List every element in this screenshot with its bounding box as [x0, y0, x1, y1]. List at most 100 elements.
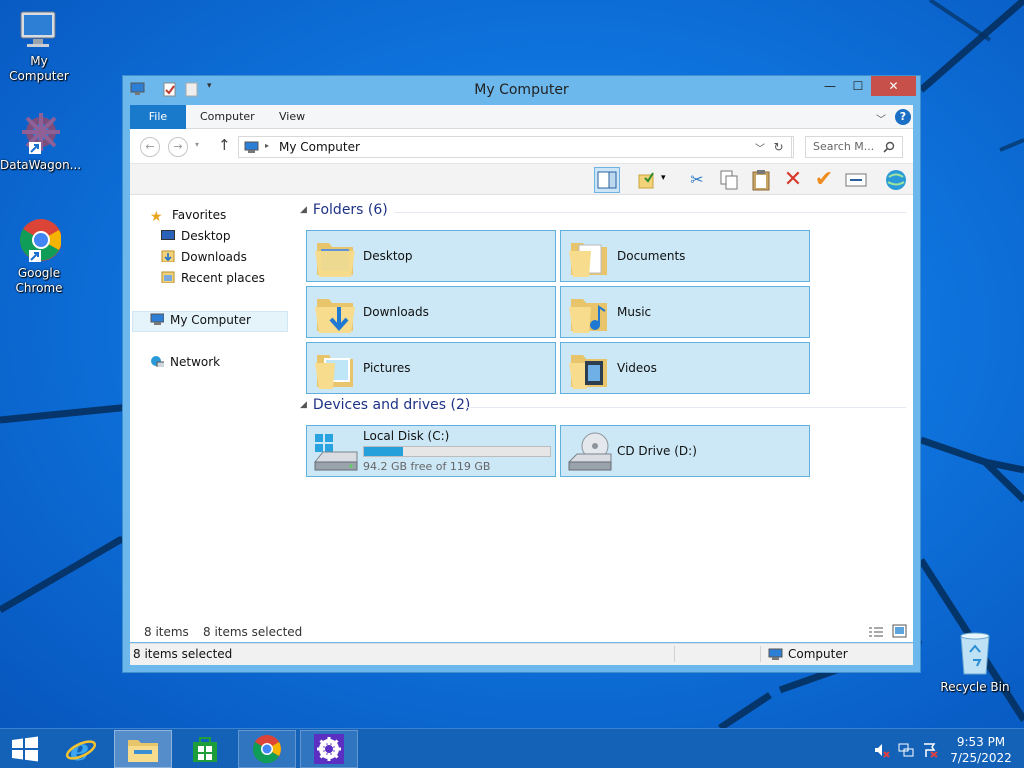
expand-ribbon-icon[interactable]: ﹀ — [876, 111, 886, 126]
tab-view[interactable]: View — [267, 105, 317, 129]
chrome-icon — [252, 735, 281, 764]
nav-network[interactable]: Network — [150, 355, 220, 369]
star-icon: ★ — [150, 209, 163, 225]
documents-folder-icon — [569, 243, 607, 277]
drive-tile-cd-drive-d[interactable]: CD Drive (D:) — [560, 425, 810, 477]
taskbar-internet-explorer[interactable]: e — [52, 730, 110, 768]
nav-downloads[interactable]: Downloads — [161, 250, 247, 264]
status-items-selected: 8 items selected — [203, 625, 303, 639]
desktop-icon-label: My Computer — [9, 54, 69, 83]
taskbar-store[interactable] — [176, 730, 234, 768]
folder-tile-documents[interactable]: Documents — [560, 230, 810, 282]
folder-label: Pictures — [363, 361, 411, 375]
desktop-icon-my-computer[interactable]: My Computer — [0, 8, 78, 84]
refresh-button[interactable]: ↻ — [766, 136, 792, 158]
folder-tile-downloads[interactable]: Downloads — [306, 286, 556, 338]
group-divider — [466, 407, 906, 408]
downloads-folder-icon — [161, 250, 175, 262]
computer-icon — [150, 313, 164, 325]
group-folders-header[interactable]: ◢ Folders (6) — [300, 202, 388, 218]
music-folder-icon — [569, 299, 607, 333]
title-bar[interactable]: ▾ My Computer — ☐ ✕ — [123, 76, 920, 105]
nav-favorites[interactable]: ★ Favorites — [150, 208, 227, 225]
clock-date: 7/25/2022 — [950, 751, 1012, 765]
main-pane: ◢ Folders (6) Desktop Documents Download… — [298, 195, 910, 640]
nav-desktop-label: Desktop — [181, 229, 231, 243]
recent-places-icon — [161, 271, 175, 283]
drive-free-space: 94.2 GB free of 119 GB — [363, 460, 491, 473]
group-divider — [394, 212, 906, 213]
nav-recent-places[interactable]: Recent places — [161, 271, 265, 285]
details-view-icon[interactable] — [868, 625, 884, 638]
maximize-button[interactable]: ☐ — [844, 76, 872, 96]
desktop-icon-google-chrome[interactable]: Google Chrome — [0, 216, 78, 296]
status-bar: 8 items selected Computer — [130, 643, 913, 665]
computer-icon — [768, 648, 783, 660]
recycle-bin-icon — [960, 632, 990, 675]
svg-text:e: e — [70, 733, 89, 766]
paste-icon[interactable] — [748, 167, 774, 193]
address-dropdown-icon[interactable]: ﹀ — [755, 140, 765, 155]
status-line: 8 items 8 items selected — [130, 621, 913, 642]
back-button[interactable]: ← — [140, 137, 160, 157]
folder-tile-pictures[interactable]: Pictures — [306, 342, 556, 394]
desktop-icon-recycle-bin[interactable]: Recycle Bin — [936, 630, 1014, 695]
up-arrow-icon[interactable]: ↑ — [218, 136, 231, 154]
videos-folder-icon — [569, 355, 607, 389]
copy-icon[interactable] — [716, 167, 742, 193]
store-icon — [193, 737, 217, 762]
breadcrumb-chevron-icon: ▸ — [265, 141, 270, 150]
gear-cluster-icon — [22, 113, 60, 154]
nav-network-label: Network — [170, 355, 221, 369]
nav-favorites-label: Favorites — [172, 208, 227, 222]
desktop-icon-label: DataWagon... — [0, 158, 82, 172]
gear-icon — [314, 734, 344, 764]
collapse-triangle-icon: ◢ — [300, 205, 307, 215]
drive-usage-fill — [364, 447, 404, 456]
nav-my-computer[interactable]: My Computer — [150, 313, 251, 327]
search-input[interactable]: Search M... — [805, 136, 903, 158]
apply-check-icon[interactable]: ✔ — [811, 167, 837, 193]
window-title: My Computer — [474, 82, 569, 98]
folder-tile-videos[interactable]: Videos — [560, 342, 810, 394]
tab-file[interactable]: File — [130, 105, 186, 129]
desktop-icon-label: Google Chrome — [15, 266, 63, 295]
ribbon-tabs: File Computer View ﹀ ? — [130, 105, 913, 129]
network-status-icon[interactable] — [898, 742, 914, 758]
recent-locations-icon[interactable]: ▾ — [195, 140, 199, 149]
folder-tile-music[interactable]: Music — [560, 286, 810, 338]
search-icon — [883, 141, 895, 153]
properties-folder-icon[interactable] — [634, 167, 660, 193]
folder-tile-desktop[interactable]: Desktop — [306, 230, 556, 282]
nav-desktop[interactable]: Desktop — [161, 229, 231, 243]
taskbar-clock[interactable]: 9:53 PM 7/25/2022 — [946, 734, 1016, 766]
minimize-button[interactable]: — — [816, 76, 844, 96]
desktop-icon-datawagon[interactable]: DataWagon... — [0, 112, 82, 173]
taskbar-google-chrome[interactable] — [238, 730, 296, 768]
desktop-icon-label: Recycle Bin — [940, 680, 1010, 694]
action-center-icon[interactable] — [922, 742, 938, 758]
drive-tile-local-disk-c[interactable]: Local Disk (C:) 94.2 GB free of 119 GB — [306, 425, 556, 477]
start-button[interactable] — [0, 730, 50, 768]
toolbar-dropdown-icon[interactable]: ▾ — [661, 173, 666, 183]
group-drives-header[interactable]: ◢ Devices and drives (2) — [300, 397, 470, 413]
delete-icon[interactable]: ✕ — [780, 167, 806, 193]
internet-explorer-icon: e — [65, 733, 97, 766]
forward-button[interactable]: → — [168, 137, 188, 157]
volume-muted-icon[interactable] — [874, 742, 890, 758]
rename-icon[interactable] — [843, 167, 869, 193]
taskbar-settings[interactable] — [300, 730, 358, 768]
close-button[interactable]: ✕ — [871, 76, 916, 96]
large-icons-view-icon[interactable] — [892, 624, 907, 638]
preview-pane-icon[interactable] — [594, 167, 620, 193]
taskbar-file-explorer[interactable] — [114, 730, 172, 768]
cut-icon[interactable]: ✂ — [684, 167, 710, 193]
clock-time: 9:53 PM — [956, 735, 1006, 749]
navigation-pane: ★ Favorites Desktop Downloads Recent plac… — [130, 195, 295, 640]
folder-label: Videos — [617, 361, 657, 375]
tab-computer[interactable]: Computer — [188, 105, 267, 129]
help-button[interactable]: ? — [895, 109, 911, 125]
nav-my-computer-label: My Computer — [170, 313, 251, 327]
network-globe-icon[interactable] — [883, 167, 909, 193]
address-bar[interactable]: ▸ My Computer ﹀ — [238, 136, 794, 158]
